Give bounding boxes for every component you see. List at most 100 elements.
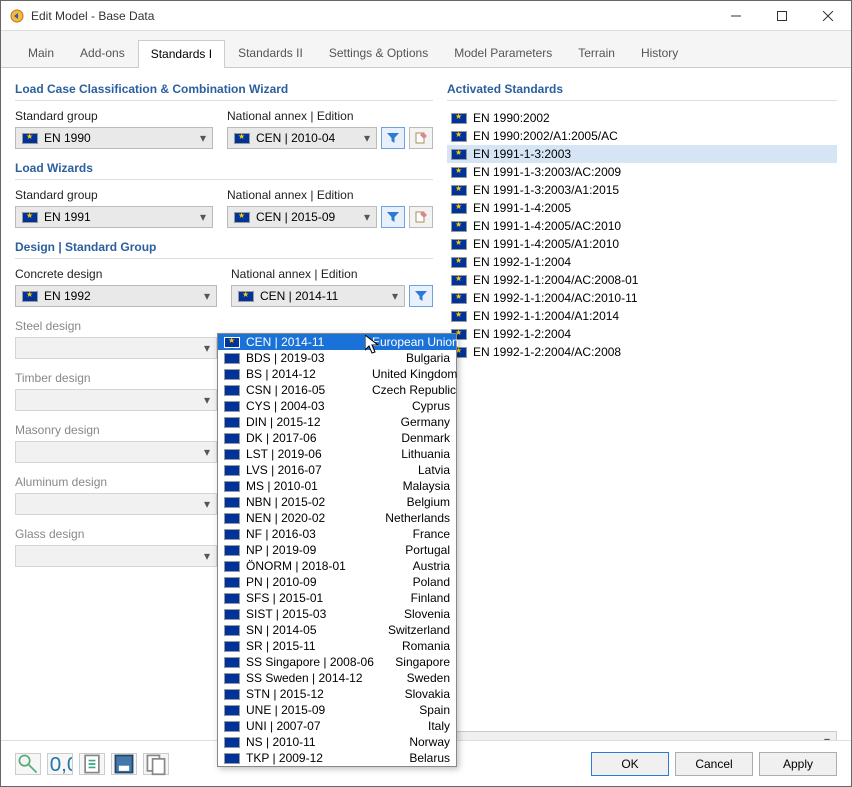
dropdown-item[interactable]: DIN | 2015-12 Germany [218, 414, 456, 430]
window-title: Edit Model - Base Data [31, 9, 713, 23]
standard-item[interactable]: EN 1990:2002/A1:2005/AC [447, 127, 837, 145]
cancel-button[interactable]: Cancel [675, 752, 753, 776]
combo-annex-1992-open[interactable]: CEN | 2014-11 ▾ [231, 285, 405, 307]
standard-item[interactable]: EN 1992-1-1:2004/A1:2014 [447, 307, 837, 325]
standard-item[interactable]: EN 1991-1-4:2005/A1:2010 [447, 235, 837, 253]
standard-item[interactable]: EN 1991-1-3:2003/AC:2009 [447, 163, 837, 181]
tab-terrain[interactable]: Terrain [565, 39, 628, 67]
dropdown-country: Finland [411, 591, 450, 605]
dropdown-item[interactable]: NBN | 2015-02Belgium [218, 494, 456, 510]
dropdown-item[interactable]: SS Sweden | 2014-12Sweden [218, 670, 456, 686]
close-button[interactable] [805, 1, 851, 31]
combo-en1990[interactable]: EN 1990 ▾ [15, 127, 213, 149]
filter-button[interactable] [381, 127, 405, 149]
eu-flag-icon [451, 311, 467, 322]
dropdown-item[interactable]: SN | 2014-05Switzerland [218, 622, 456, 638]
dropdown-item[interactable]: UNI | 2007-07Italy [218, 718, 456, 734]
tab-settings-options[interactable]: Settings & Options [316, 39, 441, 67]
tool-save-button[interactable] [111, 753, 137, 775]
dropdown-item[interactable]: CEN | 2014-11European Union [218, 334, 456, 350]
standard-item[interactable]: EN 1991-1-4:2005 [447, 199, 837, 217]
combo-value: EN 1991 [44, 210, 91, 224]
dropdown-country: Portugal [405, 543, 450, 557]
flag-icon [224, 561, 240, 572]
eu-flag-icon [451, 185, 467, 196]
label-steel-design: Steel design [15, 319, 217, 333]
dropdown-item[interactable]: SFS | 2015-01Finland [218, 590, 456, 606]
dropdown-item[interactable]: NP | 2019-09Portugal [218, 542, 456, 558]
tab-standards-ii[interactable]: Standards II [225, 39, 316, 67]
dropdown-item[interactable]: SR | 2015-11Romania [218, 638, 456, 654]
dropdown-item[interactable]: BS | 2014-12United Kingdom [218, 366, 456, 382]
combo-en1992[interactable]: EN 1992 ▾ [15, 285, 217, 307]
minimize-button[interactable] [713, 1, 759, 31]
combo-en1991[interactable]: EN 1991 ▾ [15, 206, 213, 228]
standard-item[interactable]: EN 1990:2002 [447, 109, 837, 127]
dropdown-code: BS | 2014-12 [246, 367, 366, 381]
combo-steel-disabled: ▾ [15, 337, 217, 359]
edit-annex-button[interactable] [409, 206, 433, 228]
flag-icon [224, 513, 240, 524]
dropdown-code: DIN | 2015-12 [246, 415, 366, 429]
standard-item[interactable]: EN 1991-1-4:2005/AC:2010 [447, 217, 837, 235]
tool-copy-button[interactable] [143, 753, 169, 775]
standard-text: EN 1990:2002/A1:2005/AC [473, 129, 618, 143]
dropdown-item[interactable]: SS Singapore | 2008-06Singapore [218, 654, 456, 670]
tab-model-parameters[interactable]: Model Parameters [441, 39, 565, 67]
edit-annex-button[interactable] [409, 127, 433, 149]
standard-item[interactable]: EN 1992-1-1:2004/AC:2008-01 [447, 271, 837, 289]
dropdown-item[interactable]: CYS | 2004-03Cyprus [218, 398, 456, 414]
dropdown-code: LVS | 2016-07 [246, 463, 366, 477]
tool-units-button[interactable]: 0,00 [47, 753, 73, 775]
standard-item[interactable]: EN 1992-1-2:2004/AC:2008 [447, 343, 837, 361]
standard-item[interactable]: EN 1991-1-3:2003 [447, 145, 837, 163]
filter-button[interactable] [409, 285, 433, 307]
filter-button[interactable] [381, 206, 405, 228]
dropdown-code: MS | 2010-01 [246, 479, 366, 493]
dropdown-country: Germany [401, 415, 450, 429]
dropdown-item[interactable]: MS | 2010-01Malaysia [218, 478, 456, 494]
dropdown-item[interactable]: NF | 2016-03France [218, 526, 456, 542]
maximize-button[interactable] [759, 1, 805, 31]
dropdown-code: NEN | 2020-02 [246, 511, 366, 525]
dropdown-code: NS | 2010-11 [246, 735, 366, 749]
tool-key-button[interactable] [15, 753, 41, 775]
annex-dropdown-list[interactable]: CEN | 2014-11European UnionBDS | 2019-03… [217, 333, 457, 767]
label-aluminum-design: Aluminum design [15, 475, 217, 489]
dropdown-item[interactable]: ÖNORM | 2018-01Austria [218, 558, 456, 574]
standard-item[interactable]: EN 1992-1-2:2004 [447, 325, 837, 343]
flag-icon [224, 545, 240, 556]
dropdown-item[interactable]: DK | 2017-06Denmark [218, 430, 456, 446]
dropdown-item[interactable]: CSN | 2016-05Czech Republic [218, 382, 456, 398]
activated-standards-list[interactable]: EN 1990:2002 EN 1990:2002/A1:2005/AC EN 19… [447, 109, 837, 361]
tab-standards-i[interactable]: Standards I [138, 40, 225, 68]
dropdown-item[interactable]: LST | 2019-06Lithuania [218, 446, 456, 462]
tab-add-ons[interactable]: Add-ons [67, 39, 138, 67]
combo-annex-1990[interactable]: CEN | 2010-04 ▾ [227, 127, 377, 149]
dropdown-item[interactable]: TKP | 2009-12Belarus [218, 750, 456, 766]
dropdown-item[interactable]: BDS | 2019-03Bulgaria [218, 350, 456, 366]
standard-item[interactable]: EN 1992-1-1:2004/AC:2010-11 [447, 289, 837, 307]
dropdown-item[interactable]: LVS | 2016-07Latvia [218, 462, 456, 478]
app-icon [9, 8, 25, 24]
eu-flag-icon [451, 113, 467, 124]
apply-button[interactable]: Apply [759, 752, 837, 776]
tool-doc-button[interactable] [79, 753, 105, 775]
chevron-down-icon: ▾ [200, 210, 206, 224]
dropdown-country: Bulgaria [406, 351, 450, 365]
dropdown-country: European Union [372, 335, 459, 349]
tab-main[interactable]: Main [15, 39, 67, 67]
standards-selector-combo[interactable]: ▾ [447, 731, 837, 740]
ok-button[interactable]: OK [591, 752, 669, 776]
dropdown-item[interactable]: STN | 2015-12Slovakia [218, 686, 456, 702]
combo-aluminum-disabled: ▾ [15, 493, 217, 515]
dropdown-item[interactable]: NEN | 2020-02Netherlands [218, 510, 456, 526]
dropdown-item[interactable]: PN | 2010-09Poland [218, 574, 456, 590]
dropdown-item[interactable]: UNE | 2015-09Spain [218, 702, 456, 718]
dropdown-item[interactable]: SIST | 2015-03Slovenia [218, 606, 456, 622]
standard-item[interactable]: EN 1992-1-1:2004 [447, 253, 837, 271]
tab-history[interactable]: History [628, 39, 691, 67]
dropdown-item[interactable]: NS | 2010-11Norway [218, 734, 456, 750]
standard-item[interactable]: EN 1991-1-3:2003/A1:2015 [447, 181, 837, 199]
combo-annex-1991[interactable]: CEN | 2015-09 ▾ [227, 206, 377, 228]
